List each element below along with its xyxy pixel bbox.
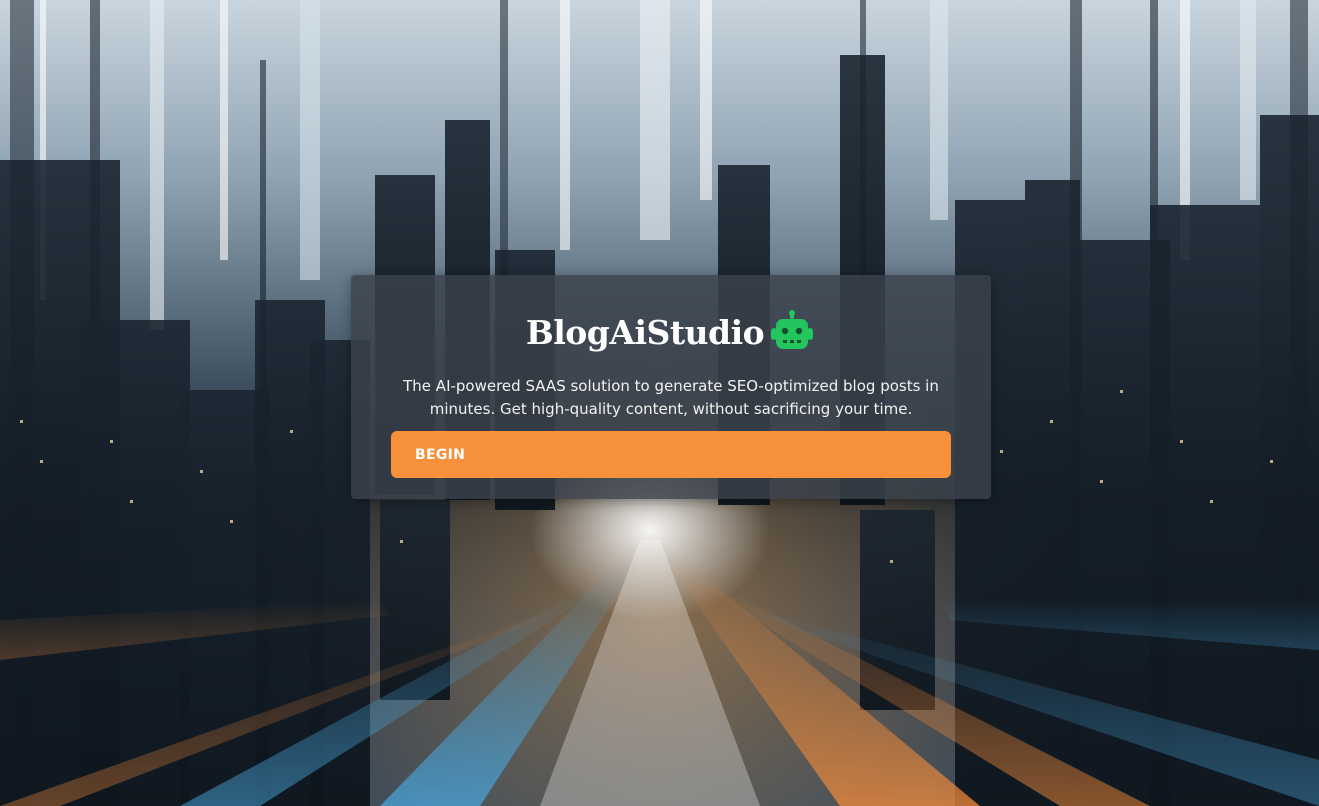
brand-name: BlogAiStudio [525,312,765,352]
tagline: The AI-powered SAAS solution to generate… [403,377,939,418]
robot-icon [768,310,816,354]
begin-button[interactable]: BEGIN [391,431,951,478]
hero-card: BlogAiStudio The AI-powered SAAS solutio… [351,275,991,499]
brand-header: BlogAiStudio [351,305,991,359]
